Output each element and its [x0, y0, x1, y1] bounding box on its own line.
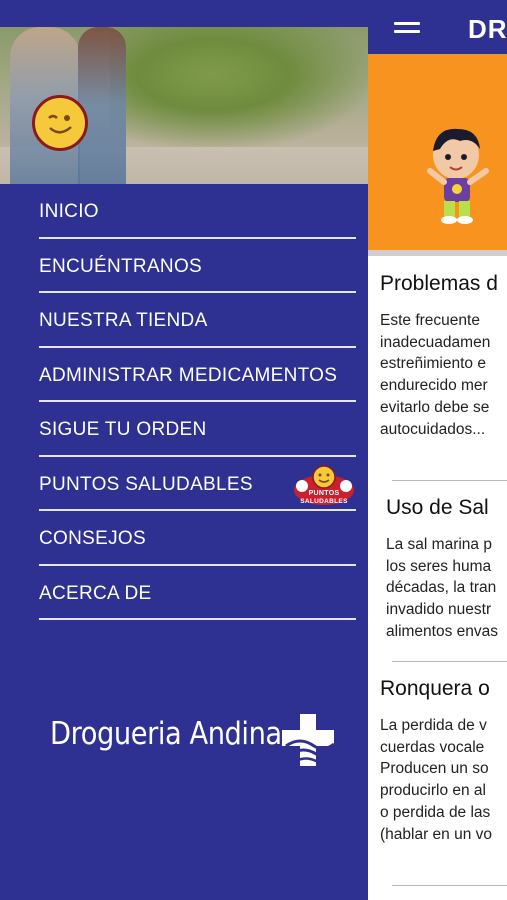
menu-item-label: ACERCA DE — [39, 582, 152, 604]
article-card[interactable]: Ronquera o La perdida de v cuerdas vocal… — [380, 677, 507, 845]
article-excerpt: La sal marina p los seres huma décadas, … — [386, 536, 499, 640]
menu-item-label: PUNTOS SALUDABLES — [39, 473, 253, 495]
menu-item-acerca-de[interactable]: ACERCA DE — [39, 566, 356, 620]
menu-item-encuentranos[interactable]: ENCUÉNTRANOS — [39, 239, 356, 293]
menu-item-label: CONSEJOS — [39, 528, 146, 550]
svg-text:SALUDABLES: SALUDABLES — [300, 498, 348, 505]
promo-banner[interactable] — [368, 54, 507, 252]
logo-text: Drogueria Andina — [50, 716, 282, 752]
cartoon-kid-icon — [427, 128, 489, 224]
article-divider — [392, 661, 507, 662]
content-panel: DRO Problemas d Este frecuente inadecuad… — [368, 0, 507, 900]
menu-item-nuestra-tienda[interactable]: NUESTRA TIENDA — [39, 293, 356, 348]
menu-item-inicio[interactable]: INICIO — [39, 184, 356, 239]
menu-item-administrar-medicamentos[interactable]: ADMINISTRAR MEDICAMENTOS — [39, 348, 356, 402]
puntos-saludables-badge-icon: PUNTOS SALUDABLES — [294, 464, 354, 505]
app-bar: DRO — [368, 0, 507, 54]
article-title: Problemas d — [380, 272, 498, 295]
menu-item-label: ENCUÉNTRANOS — [39, 255, 203, 277]
smiley-logo-icon — [32, 95, 88, 151]
drawer-menu: INICIO ENCUÉNTRANOS NUESTRA TIENDA ADMIN… — [39, 184, 356, 620]
banner-divider — [368, 250, 507, 256]
article-divider — [392, 480, 507, 481]
menu-item-label: SIGUE TU ORDEN — [39, 419, 207, 441]
hamburger-menu-icon[interactable] — [394, 22, 420, 38]
article-title: Ronquera o — [380, 677, 490, 700]
app-title: DRO — [468, 14, 507, 44]
article-card[interactable]: Problemas d Este frecuente inadecuadamen… — [380, 272, 507, 440]
menu-item-label: INICIO — [39, 201, 99, 223]
navigation-drawer: INICIO ENCUÉNTRANOS NUESTRA TIENDA ADMIN… — [0, 0, 368, 900]
drawer-header-photo — [0, 27, 368, 184]
menu-item-puntos-saludables[interactable]: PUNTOS SALUDABLES PUNTOS SALUDABLES — [39, 457, 356, 511]
svg-text:PUNTOS: PUNTOS — [309, 490, 340, 497]
menu-item-consejos[interactable]: CONSEJOS — [39, 511, 356, 566]
article-card[interactable]: Uso de Sal La sal marina p los seres hum… — [386, 496, 507, 643]
menu-item-label: NUESTRA TIENDA — [39, 310, 208, 332]
article-divider — [392, 885, 507, 886]
status-bar-area — [0, 0, 368, 27]
article-title: Uso de Sal — [386, 496, 489, 519]
article-excerpt: Este frecuente inadecuadamen estreñimien… — [380, 312, 491, 438]
menu-item-sigue-tu-orden[interactable]: SIGUE TU ORDEN — [39, 402, 356, 457]
menu-item-label: ADMINISTRAR MEDICAMENTOS — [39, 364, 338, 386]
article-excerpt: La perdida de v cuerdas vocale Producen … — [380, 717, 493, 843]
cross-logo-icon — [282, 714, 335, 766]
